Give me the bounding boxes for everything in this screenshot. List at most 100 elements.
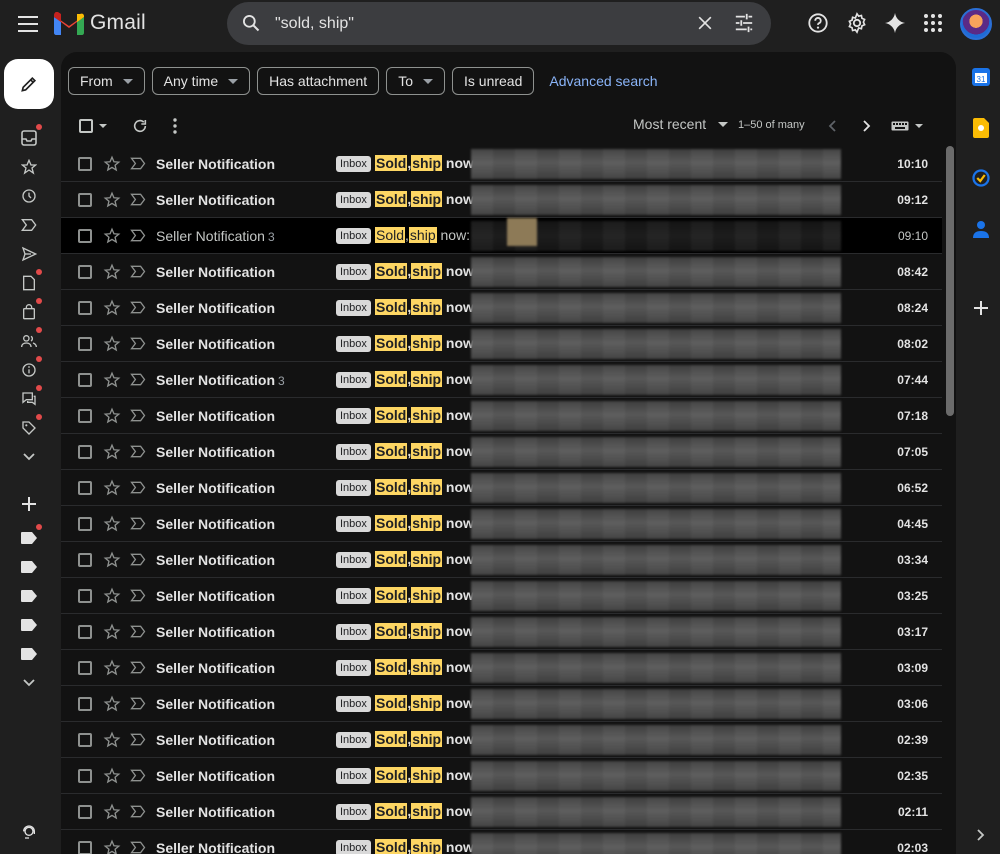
rail-promotions[interactable]	[18, 414, 42, 439]
email-row[interactable]: Seller Notification Inbox Sold, ship now: 08…	[61, 326, 942, 362]
email-row[interactable]: Seller Notification Inbox Sold, ship now: 03…	[61, 686, 942, 722]
main-menu-button[interactable]	[14, 10, 42, 38]
inbox-label-badge[interactable]: Inbox	[336, 156, 371, 172]
inbox-label-badge[interactable]: Inbox	[336, 624, 371, 640]
inbox-label-badge[interactable]: Inbox	[336, 228, 371, 244]
row-checkbox[interactable]	[78, 517, 92, 531]
inbox-label-badge[interactable]: Inbox	[336, 300, 371, 316]
star-icon[interactable]	[103, 155, 121, 173]
email-row[interactable]: Seller Notification Inbox Sold, ship now: 10…	[61, 146, 942, 182]
row-checkbox[interactable]	[78, 409, 92, 423]
email-row[interactable]: Seller Notification Inbox Sold, ship now: 02…	[61, 794, 942, 830]
inbox-label-badge[interactable]: Inbox	[336, 336, 371, 352]
email-row[interactable]: Seller Notification 3 Inbox Sold, ship now: 0…	[61, 362, 942, 398]
sort-dropdown[interactable]: Most recent	[633, 116, 729, 132]
search-icon[interactable]	[241, 13, 261, 33]
settings-button[interactable]	[845, 11, 869, 35]
row-checkbox[interactable]	[78, 841, 92, 854]
important-marker-icon[interactable]	[130, 265, 146, 278]
important-marker-icon[interactable]	[130, 625, 146, 638]
rail-purchases[interactable]	[18, 298, 42, 323]
email-row[interactable]: Seller Notification Inbox Sold, ship now: 04…	[61, 506, 942, 542]
gemini-button[interactable]	[883, 11, 907, 35]
inbox-label-badge[interactable]: Inbox	[336, 480, 371, 496]
get-addons-button[interactable]	[970, 297, 992, 319]
inbox-label-badge[interactable]: Inbox	[336, 696, 371, 712]
row-checkbox[interactable]	[78, 445, 92, 459]
row-checkbox[interactable]	[78, 265, 92, 279]
gmail-logo[interactable]: Gmail	[54, 11, 146, 35]
important-marker-icon[interactable]	[130, 301, 146, 314]
email-row[interactable]: Seller Notification Inbox Sold, ship now: 03…	[61, 614, 942, 650]
tune-icon[interactable]	[733, 13, 755, 33]
important-marker-icon[interactable]	[130, 373, 146, 386]
show-side-panel-button[interactable]	[970, 824, 992, 846]
important-marker-icon[interactable]	[130, 805, 146, 818]
important-marker-icon[interactable]	[130, 697, 146, 710]
list-scrollbar[interactable]	[946, 146, 954, 416]
filter-from[interactable]: From	[68, 67, 145, 95]
rail-more[interactable]	[18, 446, 40, 468]
row-checkbox[interactable]	[78, 697, 92, 711]
filter-has-attachment[interactable]: Has attachment	[257, 67, 380, 95]
inbox-label-badge[interactable]: Inbox	[336, 840, 371, 854]
row-checkbox[interactable]	[78, 805, 92, 819]
inbox-label-badge[interactable]: Inbox	[336, 372, 371, 388]
row-checkbox[interactable]	[78, 373, 92, 387]
star-icon[interactable]	[103, 515, 121, 533]
important-marker-icon[interactable]	[130, 553, 146, 566]
rail-support[interactable]	[18, 821, 40, 843]
star-icon[interactable]	[103, 443, 121, 461]
row-checkbox[interactable]	[78, 481, 92, 495]
email-row[interactable]: Seller Notification Inbox Sold, ship now: 06…	[61, 470, 942, 506]
row-checkbox[interactable]	[78, 553, 92, 567]
rail-sent[interactable]	[18, 243, 40, 265]
rail-drafts[interactable]	[18, 269, 42, 294]
rail-label-3[interactable]	[18, 585, 40, 607]
inbox-label-badge[interactable]: Inbox	[336, 732, 371, 748]
email-row[interactable]: Seller Notification Inbox Sold, ship now: 08…	[61, 254, 942, 290]
email-row[interactable]: Seller Notification Inbox Sold, ship now: 07…	[61, 398, 942, 434]
rail-social[interactable]	[18, 327, 42, 352]
star-icon[interactable]	[103, 191, 121, 209]
important-marker-icon[interactable]	[130, 409, 146, 422]
star-icon[interactable]	[103, 299, 121, 317]
email-row[interactable]: Seller Notification Inbox Sold, ship now: 09…	[61, 182, 942, 218]
rail-inbox[interactable]	[18, 124, 42, 149]
important-marker-icon[interactable]	[130, 445, 146, 458]
apps-button[interactable]	[921, 11, 945, 35]
rail-label-2[interactable]	[18, 556, 40, 578]
star-icon[interactable]	[103, 767, 121, 785]
rail-forums[interactable]	[18, 385, 42, 410]
inbox-label-badge[interactable]: Inbox	[336, 552, 371, 568]
email-row[interactable]: Seller Notification Inbox Sold, ship now: 08…	[61, 290, 942, 326]
inbox-label-badge[interactable]: Inbox	[336, 264, 371, 280]
star-icon[interactable]	[103, 839, 121, 854]
star-icon[interactable]	[103, 695, 121, 713]
rail-important[interactable]	[18, 214, 40, 236]
important-marker-icon[interactable]	[130, 481, 146, 494]
row-checkbox[interactable]	[78, 625, 92, 639]
row-checkbox[interactable]	[78, 661, 92, 675]
important-marker-icon[interactable]	[130, 841, 146, 854]
contacts-app-button[interactable]	[970, 218, 992, 240]
compose-button[interactable]	[4, 59, 54, 109]
star-icon[interactable]	[103, 803, 121, 821]
inbox-label-badge[interactable]: Inbox	[336, 444, 371, 460]
star-icon[interactable]	[103, 479, 121, 497]
input-tools-button[interactable]	[890, 115, 924, 137]
star-icon[interactable]	[103, 551, 121, 569]
rail-labels-more[interactable]	[18, 672, 40, 694]
rail-snoozed[interactable]	[18, 185, 40, 207]
important-marker-icon[interactable]	[130, 769, 146, 782]
rail-label-4[interactable]	[18, 614, 40, 636]
important-marker-icon[interactable]	[130, 661, 146, 674]
filter-to[interactable]: To	[386, 67, 445, 95]
important-marker-icon[interactable]	[130, 337, 146, 350]
rail-updates[interactable]	[18, 356, 42, 381]
email-row[interactable]: Seller Notification Inbox Sold, ship now: 02…	[61, 722, 942, 758]
email-row[interactable]: Seller Notification Inbox Sold, ship now: 02…	[61, 830, 942, 854]
important-marker-icon[interactable]	[130, 193, 146, 206]
email-row[interactable]: Seller Notification Inbox Sold, ship now: 02…	[61, 758, 942, 794]
star-icon[interactable]	[103, 623, 121, 641]
